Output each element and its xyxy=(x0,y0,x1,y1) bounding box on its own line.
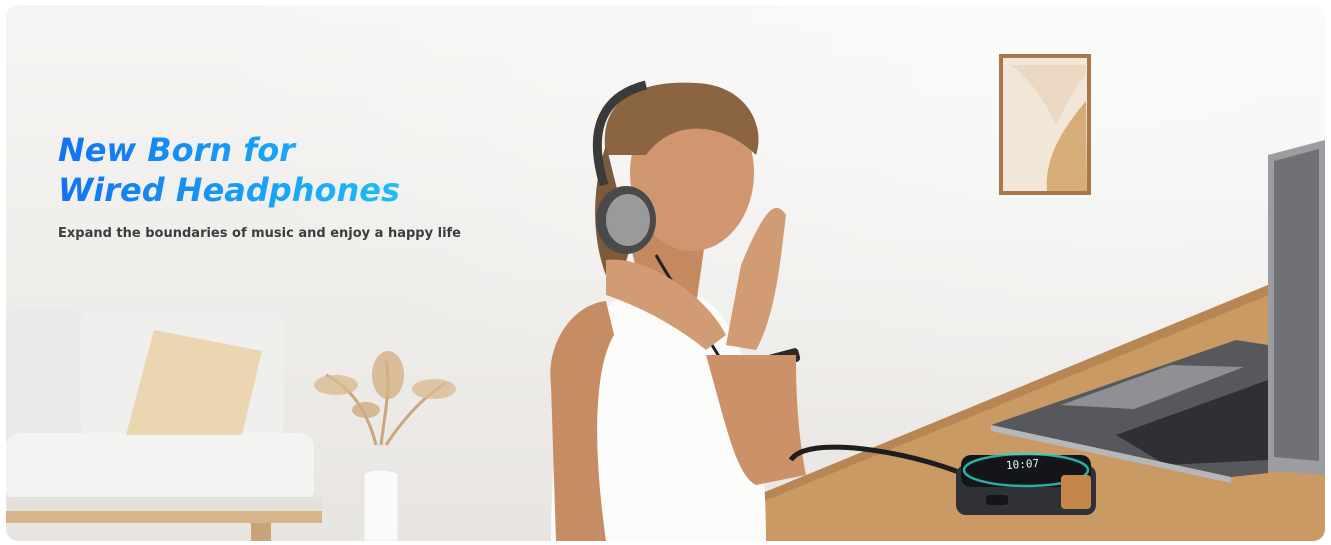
headline-line-1: New Born for xyxy=(58,130,461,170)
lifestyle-scene xyxy=(6,54,1325,541)
hero-banner: New Born for Wired Headphones Expand the… xyxy=(6,5,1325,541)
pampas-grass-vase xyxy=(314,351,456,541)
tagline: Expand the boundaries of music and enjoy… xyxy=(58,226,461,241)
wall-art-frame xyxy=(999,54,1091,195)
woman-with-headphones xyxy=(550,80,806,541)
sofa xyxy=(6,310,322,541)
headline: New Born for Wired Headphones xyxy=(58,130,461,210)
hero-text: New Born for Wired Headphones Expand the… xyxy=(58,130,461,241)
headline-line-2: Wired Headphones xyxy=(58,170,461,210)
device-time-display: 10:07 xyxy=(1005,456,1040,473)
